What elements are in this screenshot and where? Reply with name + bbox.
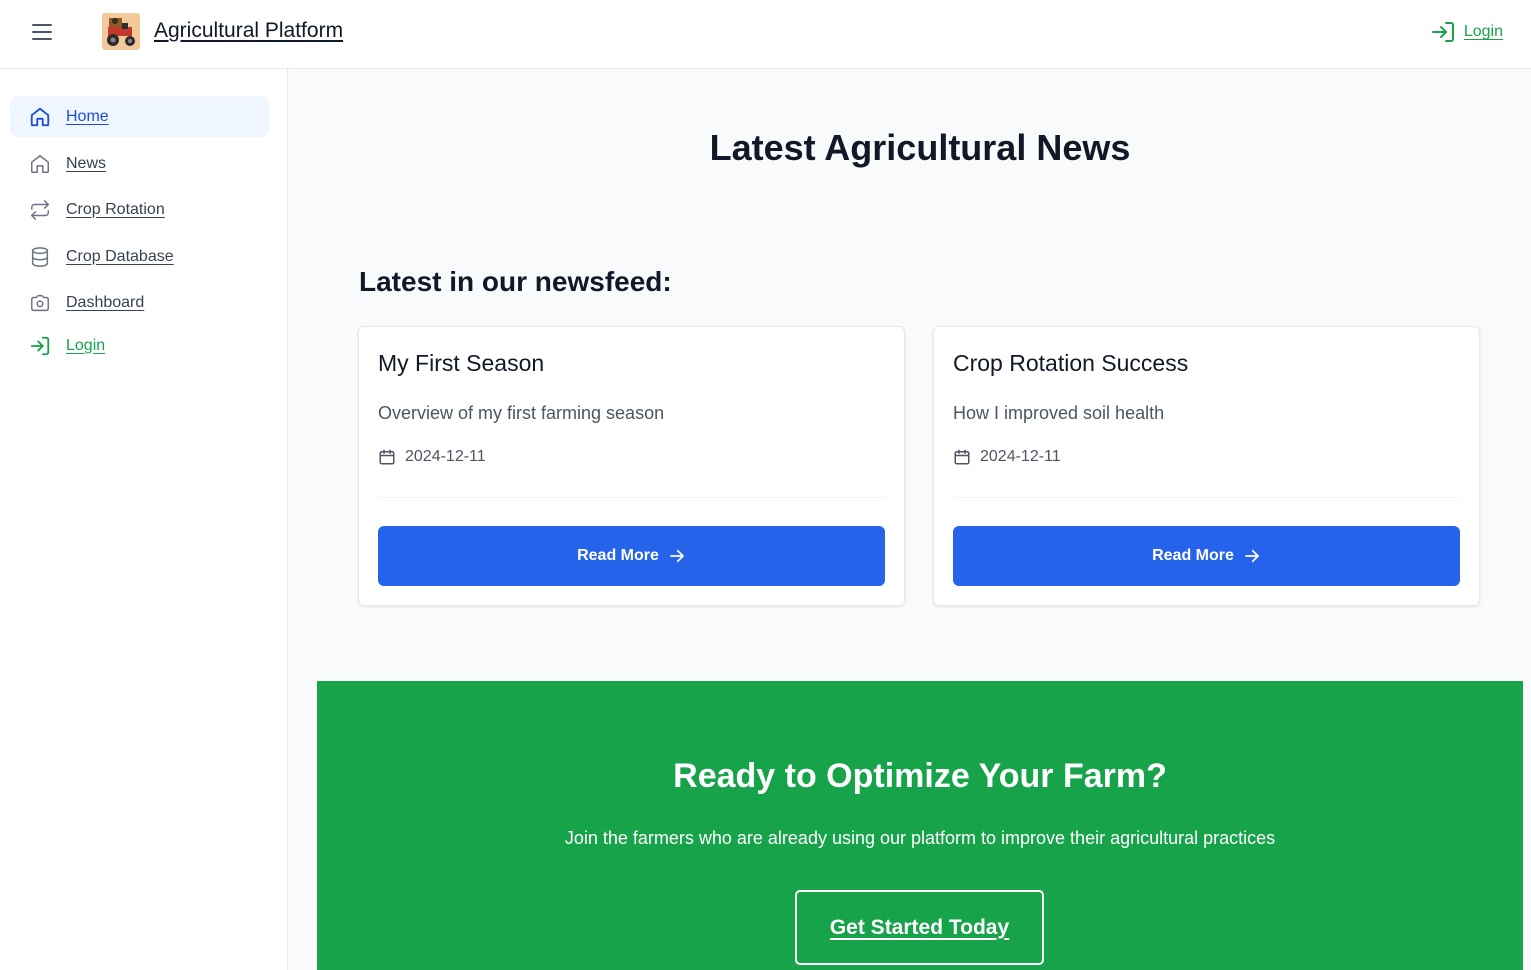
sidebar-item-news[interactable]: News (10, 143, 269, 184)
calendar-icon (379, 449, 395, 465)
main-content: Latest Agricultural News Latest in our n… (289, 69, 1531, 970)
calendar-icon (954, 449, 970, 465)
sidebar-item-label: Home (66, 107, 109, 125)
app-logo (102, 13, 140, 50)
login-icon (30, 336, 50, 355)
read-more-label: Read More (1152, 547, 1234, 564)
page-title: Latest Agricultural News (709, 127, 1131, 168)
card-date: 2024-12-11 (953, 448, 1061, 466)
login-icon (1431, 22, 1454, 42)
card-title: Crop Rotation Success (953, 350, 1189, 376)
card-description: How I improved soil health (953, 403, 1165, 423)
header-login-link[interactable]: Login (1430, 20, 1503, 44)
arrow-right-icon (670, 549, 684, 563)
sidebar-item-label: Crop Database (66, 247, 174, 265)
card-description: Overview of my first farming season (378, 403, 665, 423)
header-login-label: Login (1463, 23, 1503, 40)
section-title: Latest in our newsfeed: (359, 266, 672, 297)
sidebar-item-label: Crop Rotation (66, 200, 165, 218)
home-icon (31, 154, 49, 173)
sidebar-item-label: Login (66, 336, 106, 354)
hamburger-menu-icon[interactable] (30, 21, 54, 43)
sidebar-item-home[interactable]: Home (10, 96, 269, 137)
read-more-label: Read More (577, 547, 659, 564)
sidebar: Home News Crop Rotation Crop Database Da… (0, 69, 288, 970)
read-more-button[interactable]: Read More (378, 526, 885, 586)
card-date: 2024-12-11 (378, 448, 486, 466)
card-divider (378, 497, 885, 498)
camera-icon (31, 294, 49, 311)
news-card: Crop Rotation Success How I improved soi… (933, 326, 1480, 606)
news-card: My First Season Overview of my first far… (358, 326, 905, 606)
home-icon (30, 107, 50, 126)
sidebar-item-dashboard[interactable]: Dashboard (10, 282, 269, 323)
card-divider (953, 497, 1460, 498)
repeat-icon (31, 199, 49, 220)
cta-title: Ready to Optimize Your Farm? (673, 757, 1167, 795)
cta-banner: Ready to Optimize Your Farm? Join the fa… (317, 681, 1523, 970)
database-icon (31, 246, 49, 267)
card-title: My First Season (378, 350, 545, 376)
card-date-text: 2024-12-11 (980, 448, 1061, 465)
read-more-button[interactable]: Read More (953, 526, 1460, 586)
get-started-button[interactable]: Get Started Today (795, 890, 1044, 965)
sidebar-item-login[interactable]: Login (10, 325, 269, 366)
sidebar-item-label: News (66, 154, 107, 172)
card-date-text: 2024-12-11 (405, 448, 486, 465)
arrow-right-icon (1245, 549, 1259, 563)
sidebar-item-crop-rotation[interactable]: Crop Rotation (10, 189, 269, 230)
app-title-link[interactable]: Agricultural Platform (154, 19, 343, 43)
sidebar-item-label: Dashboard (66, 293, 145, 311)
top-header: Agricultural Platform Login (0, 0, 1531, 69)
cta-subtitle: Join the farmers who are already using o… (564, 828, 1276, 848)
sidebar-item-crop-database[interactable]: Crop Database (10, 236, 269, 277)
